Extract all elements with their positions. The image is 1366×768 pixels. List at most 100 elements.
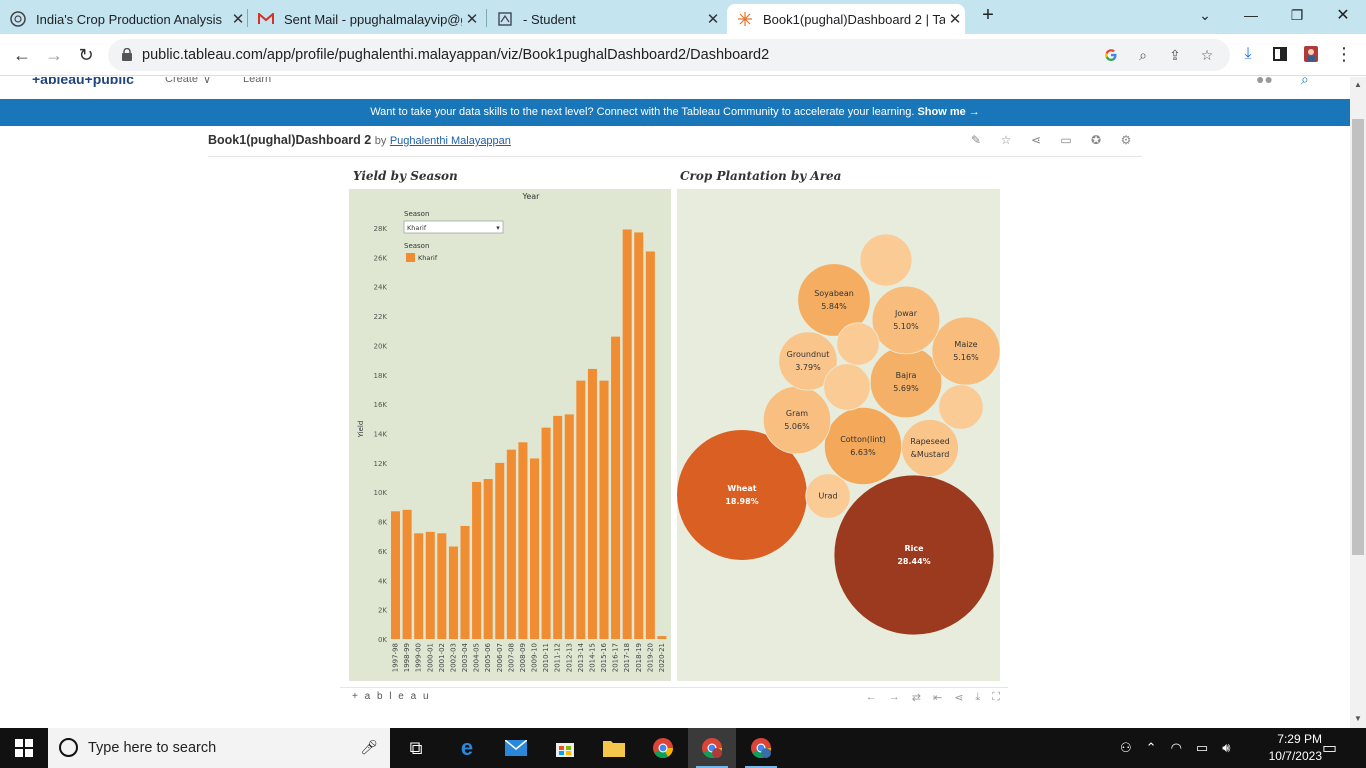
bar[interactable] xyxy=(425,531,435,639)
google-icon[interactable] xyxy=(1100,45,1122,65)
mail-icon[interactable] xyxy=(492,728,540,768)
chevron-up-icon[interactable]: ⌃ xyxy=(1146,740,1157,756)
chrome-icon[interactable] xyxy=(639,728,687,768)
edit-icon[interactable]: ✎ xyxy=(968,132,984,148)
download-icon[interactable]: ⤓ xyxy=(1236,42,1260,66)
bar[interactable] xyxy=(587,368,597,639)
taskbar-clock[interactable]: 7:29 PM 10/7/2023 xyxy=(1269,731,1322,765)
nav-learn[interactable]: Learn xyxy=(243,77,271,85)
close-icon[interactable]: ✕ xyxy=(945,10,965,28)
bar[interactable] xyxy=(622,229,632,639)
chrome-profile-icon[interactable] xyxy=(688,728,736,768)
bubble-circle[interactable] xyxy=(836,322,880,366)
tableau-footer-logo[interactable]: + a b l e a u xyxy=(352,691,431,702)
bar[interactable] xyxy=(541,427,551,639)
bar[interactable] xyxy=(506,449,516,639)
edge-icon[interactable]: e xyxy=(443,728,491,768)
comment-icon[interactable]: ▭ xyxy=(1058,132,1074,148)
bar[interactable] xyxy=(530,458,540,639)
bubble-circle[interactable] xyxy=(762,385,832,455)
task-view-icon[interactable]: ⧉ xyxy=(392,728,440,768)
season-filter-dropdown[interactable]: Kharif ▾ xyxy=(403,220,504,234)
show-me-link[interactable]: Show me → xyxy=(917,106,979,118)
back-icon[interactable]: ← xyxy=(8,41,36,69)
bubble[interactable]: Bajra 5.69% xyxy=(869,345,943,419)
chrome-profile-2-icon[interactable] xyxy=(737,728,785,768)
fullscreen-icon[interactable]: ⛶ xyxy=(992,691,1000,704)
redo-icon[interactable]: → xyxy=(889,691,900,704)
taskbar-search-input[interactable]: Type here to search 🎤︎ xyxy=(48,728,390,768)
bubble[interactable] xyxy=(823,363,871,411)
menu-kebab-icon[interactable]: ⋮ xyxy=(1332,42,1356,66)
bar[interactable] xyxy=(611,336,621,639)
bubble[interactable] xyxy=(836,322,880,366)
side-panel-icon[interactable] xyxy=(1268,42,1292,66)
people-icon[interactable]: ⚇ xyxy=(1120,740,1132,756)
bar[interactable] xyxy=(495,462,505,639)
windows-start-icon[interactable] xyxy=(0,728,48,768)
close-icon[interactable]: ✕ xyxy=(228,10,248,28)
download-viz-icon[interactable]: ⤓ xyxy=(975,691,980,704)
bar[interactable] xyxy=(402,509,412,639)
bubble[interactable]: Gram 5.06% xyxy=(762,385,832,455)
settings-icon[interactable]: ⚙ xyxy=(1118,132,1134,148)
page-scrollbar[interactable]: ▲ ▼ xyxy=(1350,77,1366,728)
bubble-circle[interactable] xyxy=(823,406,903,486)
close-window-icon[interactable]: ✕ xyxy=(1320,0,1366,30)
restore-icon[interactable]: ❐ xyxy=(1274,0,1320,30)
revert-icon[interactable]: ⇄ xyxy=(912,691,921,704)
bookmark-star-icon[interactable]: ☆ xyxy=(1196,45,1218,65)
close-icon[interactable]: ✕ xyxy=(703,10,723,28)
bar[interactable] xyxy=(599,380,609,639)
bubble[interactable]: Maize 5.16% xyxy=(931,316,1001,386)
scroll-down-icon[interactable]: ▼ xyxy=(1353,714,1363,724)
bar[interactable] xyxy=(634,232,644,639)
battery-icon[interactable]: ▭ xyxy=(1196,740,1208,756)
scroll-thumb[interactable] xyxy=(1352,119,1364,555)
bubble-circle[interactable] xyxy=(871,285,941,355)
bar[interactable] xyxy=(460,525,470,639)
bar[interactable] xyxy=(414,533,424,639)
profile-avatar[interactable] xyxy=(1299,42,1323,66)
microphone-icon[interactable]: 🎤︎ xyxy=(360,739,378,756)
tab-search-icon[interactable]: ⌄ xyxy=(1182,0,1228,30)
viz-author-link[interactable]: Pughalenthi Malayappan xyxy=(390,135,511,147)
zoom-icon[interactable]: ⌕ xyxy=(1132,45,1154,65)
notification-icon[interactable]: ▭ xyxy=(1322,728,1337,768)
scroll-up-icon[interactable]: ▲ xyxy=(1353,80,1363,90)
tab-crop-analysis[interactable]: India's Crop Production Analysis ✕ xyxy=(10,4,248,34)
bar[interactable] xyxy=(657,636,667,639)
bar[interactable] xyxy=(483,479,493,639)
bar[interactable] xyxy=(645,251,655,639)
bar[interactable] xyxy=(391,511,401,639)
bubble-circle[interactable] xyxy=(931,316,1001,386)
badge-icon[interactable]: ✪ xyxy=(1088,132,1104,148)
tab-tableau-dashboard[interactable]: Book1(pughal)Dashboard 2 | Tab ✕ xyxy=(727,4,965,34)
footer-share-icon[interactable]: ⋖ xyxy=(954,691,963,704)
bar[interactable] xyxy=(576,380,586,639)
share-icon[interactable]: ⇪ xyxy=(1164,45,1186,65)
bar[interactable] xyxy=(472,481,482,639)
bar[interactable] xyxy=(553,415,563,639)
bubble[interactable]: Rapeseed&Mustard xyxy=(901,419,959,477)
bubble-circle[interactable] xyxy=(823,363,871,411)
bubble-circle[interactable] xyxy=(938,384,984,430)
bubble-circle[interactable] xyxy=(833,474,995,636)
bubble-circle[interactable] xyxy=(859,233,913,287)
volume-icon[interactable]: 🔊︎ xyxy=(1222,740,1230,756)
search-icon[interactable]: ⌕ xyxy=(1301,77,1309,88)
tab-sent-mail[interactable]: Sent Mail - ppughalmalayvip@g ✕ xyxy=(258,4,482,34)
reload-icon[interactable]: ↻ xyxy=(72,41,100,69)
tableau-public-logo[interactable]: +ableau+public xyxy=(32,77,134,87)
store-icon[interactable] xyxy=(541,728,589,768)
bubble[interactable]: Cotton(lint) 6.63% xyxy=(823,406,903,486)
tab-student[interactable]: - Student ✕ xyxy=(497,4,723,34)
bubble[interactable] xyxy=(938,384,984,430)
bar[interactable] xyxy=(564,414,574,639)
favorite-icon[interactable]: ☆ xyxy=(998,132,1014,148)
forward-icon[interactable]: → xyxy=(40,41,68,69)
user-icon[interactable]: ●● xyxy=(1256,77,1273,87)
bubble[interactable] xyxy=(859,233,913,287)
address-bar[interactable]: public.tableau.com/app/profile/pughalent… xyxy=(108,39,1230,71)
nav-create[interactable]: Create xyxy=(165,77,198,85)
